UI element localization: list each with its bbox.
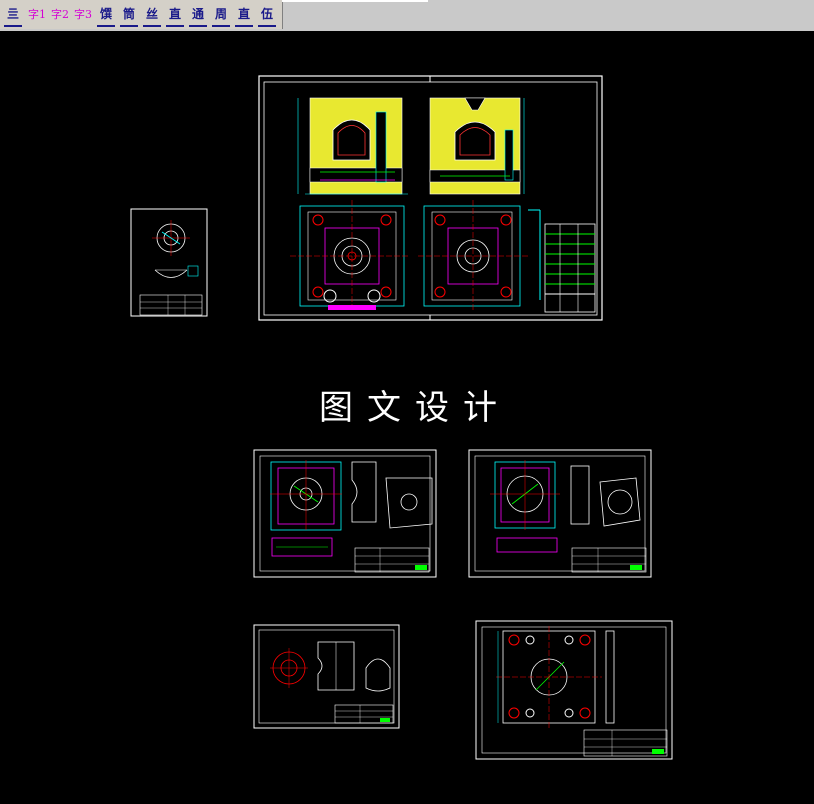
section-view-left	[297, 97, 408, 195]
center-title: 图文设计	[319, 388, 511, 428]
part-sheet-small[interactable]	[130, 208, 208, 317]
part-sheet-5[interactable]	[475, 620, 673, 760]
assembly-sheet[interactable]	[258, 75, 603, 321]
part-sheet-3[interactable]	[468, 449, 652, 578]
part-sheet-2[interactable]	[253, 449, 437, 578]
bill-of-materials	[544, 223, 596, 313]
plan-view-left	[290, 200, 410, 312]
section-view-right	[429, 97, 525, 195]
part-sheet-4[interactable]	[253, 624, 400, 729]
plan-view-right	[418, 200, 541, 312]
